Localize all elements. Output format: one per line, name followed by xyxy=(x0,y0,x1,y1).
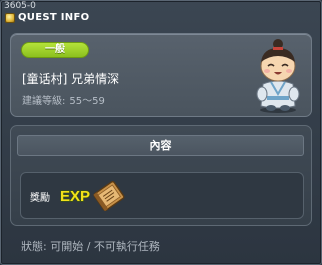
exp-text: EXP xyxy=(60,188,90,205)
quest-type-badge: 一般 xyxy=(21,42,89,58)
quest-id: 3605-0 xyxy=(4,1,36,11)
reward-box: 獎勵 EXP xyxy=(20,172,304,219)
content-header: 內容 xyxy=(17,135,304,156)
quest-info-icon xyxy=(5,13,15,23)
exp-icon: EXP xyxy=(59,187,90,205)
quest-name: [童话村] 兄弟情深 xyxy=(22,72,120,86)
level-label: 建議等級: xyxy=(22,96,66,107)
level-range: 55～59 xyxy=(69,96,105,107)
quest-summary-panel: 一般 [童话村] 兄弟情深 建議等級: 55～59 xyxy=(10,33,312,117)
recommended-level: 建議等級: 55～59 xyxy=(22,92,105,107)
window-title: QUEST INFO xyxy=(18,12,90,23)
quest-content-panel: 內容 獎勵 EXP xyxy=(10,125,312,226)
reward-label: 獎勵 xyxy=(30,193,50,204)
quest-info-window: 3605-0 QUEST INFO 一般 [童话村] 兄弟情深 建議等級: 55～… xyxy=(0,0,322,265)
npc-portrait-icon xyxy=(256,39,300,113)
window-header[interactable]: QUEST INFO xyxy=(5,11,317,27)
skill-book-icon[interactable] xyxy=(91,178,127,214)
quest-status: 狀態: 可開始 / 不可執行任務 xyxy=(21,240,160,253)
